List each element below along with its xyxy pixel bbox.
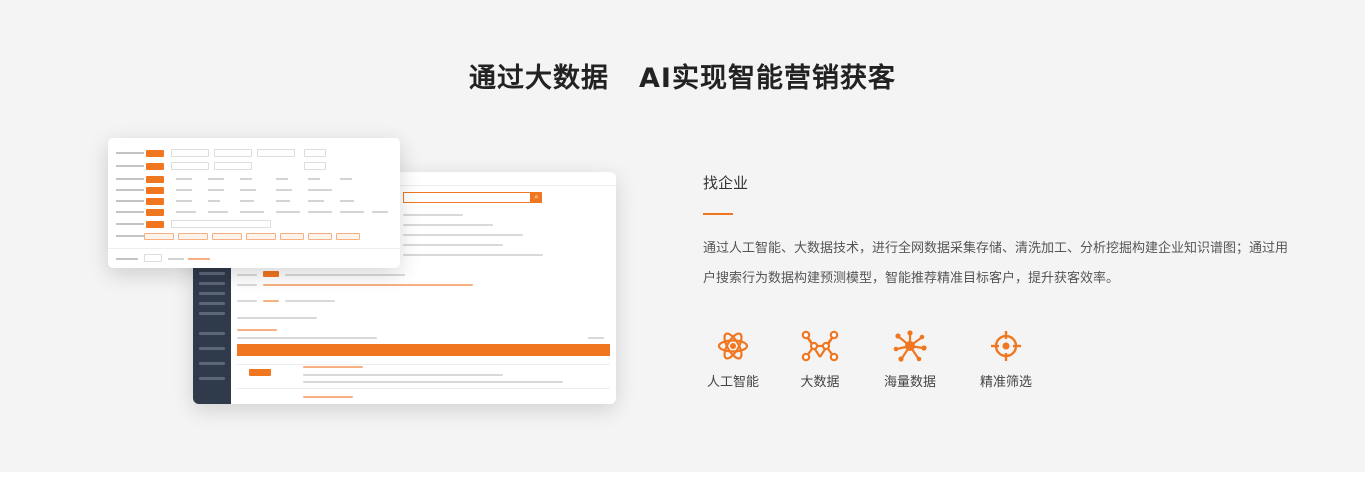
title-accent-line [703, 213, 733, 215]
feature-ai: 人工智能 [703, 330, 763, 392]
data-burst-icon [893, 330, 927, 362]
page-headline: 通过大数据 AI实现智能营销获客 [0, 56, 1365, 95]
mock-search-bar [403, 192, 531, 203]
feature-label: 海量数据 [883, 375, 936, 390]
feature-massive-data: 海量数据 [880, 330, 940, 392]
feature-label: 人工智能 [706, 375, 759, 390]
mock-search-button: ⌕ [531, 192, 542, 203]
target-crosshair-icon [991, 331, 1021, 361]
network-nodes-icon [801, 330, 839, 362]
headline-part-2: AI实现智能营销获客 [639, 63, 896, 94]
headline-part-1: 通过大数据 [469, 63, 610, 94]
feature-precise-filter: 精准筛选 [976, 330, 1036, 392]
section-title: 找企业 [703, 174, 749, 192]
atom-icon [717, 332, 749, 360]
product-screenshot-filter-panel [108, 138, 400, 268]
feature-big-data: 大数据 [795, 330, 845, 392]
section-description: 通过人工智能、大数据技术，进行全网数据采集存储、清洗加工、分析挖掘构建企业知识谱… [703, 241, 1289, 286]
feature-label: 大数据 [800, 375, 840, 390]
mock-table-header [237, 344, 610, 356]
feature-label: 精准筛选 [979, 375, 1032, 390]
